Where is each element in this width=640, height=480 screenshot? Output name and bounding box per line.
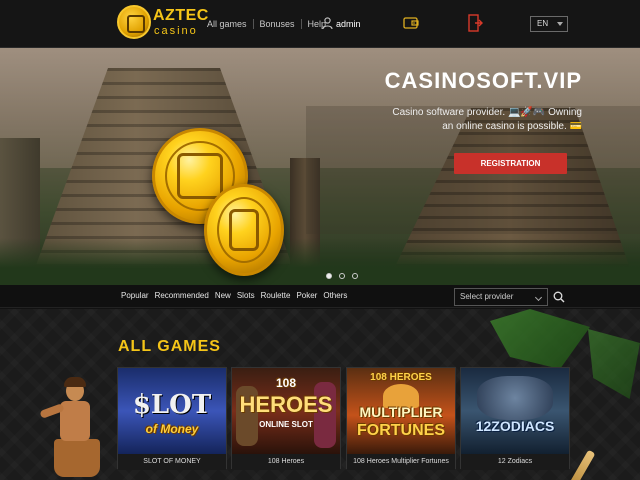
gold-coin-icon — [204, 184, 284, 276]
game-name: SLOT OF MONEY — [118, 454, 226, 470]
game-name: 108 Heroes — [232, 454, 340, 470]
tab-roulette[interactable]: Roulette — [261, 291, 291, 300]
game-art-title: MULTIPLIER — [359, 404, 443, 420]
game-card[interactable]: $LOT of Money SLOT OF MONEY — [117, 367, 227, 470]
provider-select[interactable]: Select provider — [454, 288, 548, 306]
slider-dot-2[interactable] — [339, 273, 345, 279]
user-icon — [322, 17, 333, 30]
nav-bonuses[interactable]: Bonuses — [254, 18, 301, 30]
hero-jungle — [0, 238, 640, 285]
slider-dot-1[interactable] — [326, 273, 332, 279]
games-section: ALL GAMES $LOT of Money SLOT OF MONEY 10… — [0, 309, 640, 480]
chevron-down-icon — [534, 293, 543, 302]
language-select[interactable]: EN — [530, 16, 568, 32]
section-title: ALL GAMES — [118, 338, 221, 355]
main-nav: All games Bonuses Help — [207, 18, 332, 30]
category-filter-bar: Popular Recommended New Slots Roulette P… — [0, 285, 640, 308]
tab-slots[interactable]: Slots — [237, 291, 255, 300]
game-thumbnail[interactable]: 12ZODIACS — [461, 368, 569, 454]
tab-popular[interactable]: Popular — [121, 291, 149, 300]
game-art-title: HEROES — [239, 392, 333, 417]
game-art-number: 108 — [275, 376, 297, 390]
game-thumbnail[interactable]: 108 HEROES MULTIPLIER FORTUNES — [347, 368, 455, 454]
chevron-down-icon — [557, 22, 563, 26]
game-card[interactable]: 12ZODIACS 12 Zodiacs — [460, 367, 570, 470]
registration-button[interactable]: REGISTRATION — [454, 153, 567, 174]
game-name: 108 Heroes Multiplier Fortunes — [347, 454, 455, 470]
slider-dots — [326, 273, 358, 279]
search-icon[interactable] — [553, 291, 565, 303]
game-thumbnail[interactable]: 108 HEROES ONLINE SLOT — [232, 368, 340, 454]
logout-icon[interactable] — [467, 14, 483, 32]
tab-poker[interactable]: Poker — [296, 291, 317, 300]
user-menu[interactable]: admin — [322, 17, 361, 30]
game-name: 12 Zodiacs — [461, 454, 569, 470]
username: admin — [336, 18, 361, 29]
slider-dot-3[interactable] — [352, 273, 358, 279]
brand-name: AZTEC — [153, 7, 209, 24]
nav-all-games[interactable]: All games — [207, 18, 253, 30]
game-art-header: 108 HEROES — [370, 372, 432, 383]
site-header: AZTEC casino All games Bonuses Help admi… — [0, 0, 640, 48]
tab-new[interactable]: New — [215, 291, 231, 300]
explorer-mascot — [36, 377, 116, 480]
tab-others[interactable]: Others — [323, 291, 347, 300]
game-art-title: 12ZODIACS — [475, 418, 555, 434]
promo-title: CASINOSOFT.VIP — [384, 68, 582, 93]
game-card[interactable]: 108 HEROES MULTIPLIER FORTUNES 108 Heroe… — [346, 367, 456, 470]
game-art-subtitle: FORTUNES — [357, 422, 445, 439]
site-logo[interactable]: AZTEC casino — [117, 5, 208, 43]
aztec-medallion-icon — [117, 5, 151, 39]
category-tabs: Popular Recommended New Slots Roulette P… — [121, 291, 347, 300]
game-art-title: $LOT — [132, 390, 212, 420]
wallet-icon[interactable] — [403, 15, 419, 31]
game-art-subtitle: ONLINE SLOT — [259, 420, 313, 429]
brand-sub: casino — [154, 25, 198, 37]
game-thumbnail[interactable]: $LOT of Money — [118, 368, 226, 454]
language-value: EN — [537, 19, 549, 28]
provider-placeholder: Select provider — [460, 292, 514, 301]
tab-recommended[interactable]: Recommended — [155, 291, 209, 300]
promo-text: Casino software provider. 💻🚀🎮 Owning an … — [392, 107, 582, 132]
game-card[interactable]: 108 HEROES ONLINE SLOT 108 Heroes — [231, 367, 341, 470]
game-art-subtitle: of Money — [145, 422, 199, 436]
